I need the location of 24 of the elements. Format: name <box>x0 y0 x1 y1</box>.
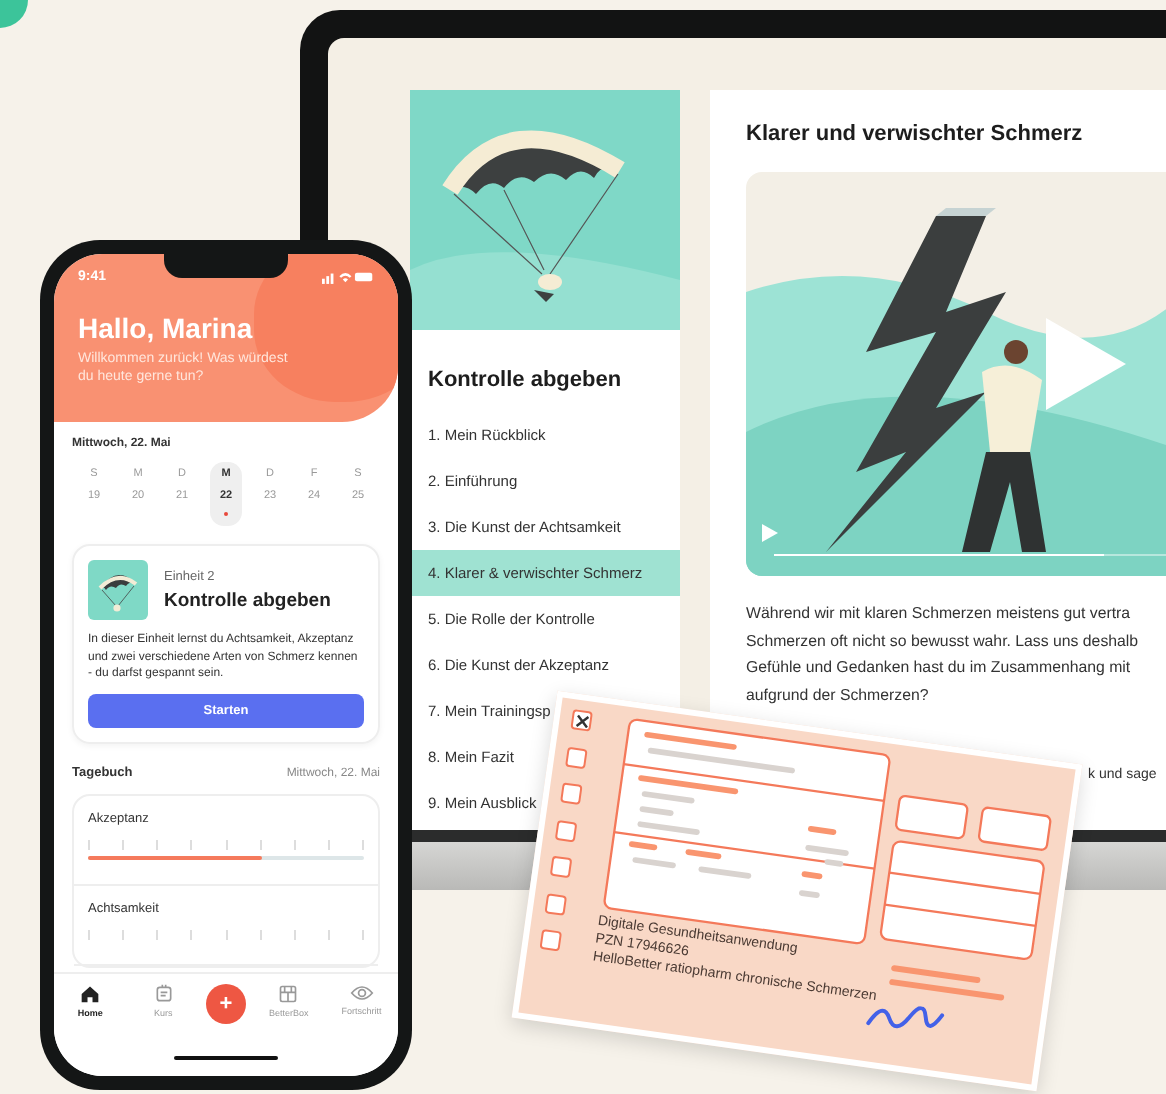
checkbox[interactable] <box>544 892 568 915</box>
status-icons <box>322 270 374 284</box>
checkbox[interactable] <box>549 855 573 879</box>
home-indicator <box>174 1056 278 1060</box>
home-icon <box>80 984 101 1004</box>
camera-notch <box>164 254 288 278</box>
checkbox[interactable] <box>554 819 578 842</box>
cross-icon <box>573 712 590 729</box>
greeting-title: Hallo, Marina <box>78 312 255 344</box>
eye-icon <box>349 984 374 1002</box>
course-title: Kontrolle abgeben <box>426 366 624 396</box>
play-icon[interactable] <box>762 523 778 541</box>
calendar-icon <box>153 984 174 1004</box>
play-icon <box>1046 318 1126 410</box>
signature-lines <box>885 961 1008 1006</box>
video-player[interactable] <box>746 172 1166 576</box>
grid-icon <box>278 984 299 1004</box>
checkbox[interactable] <box>560 782 583 805</box>
checkbox[interactable] <box>570 709 593 732</box>
parachute-thumbnail <box>88 560 148 620</box>
checkbox[interactable] <box>539 928 563 952</box>
unit-title: Kontrolle abgeben <box>164 589 331 611</box>
checkbox[interactable] <box>565 745 588 769</box>
lesson-title: Klarer und verwischter Schmerz <box>746 122 1085 146</box>
